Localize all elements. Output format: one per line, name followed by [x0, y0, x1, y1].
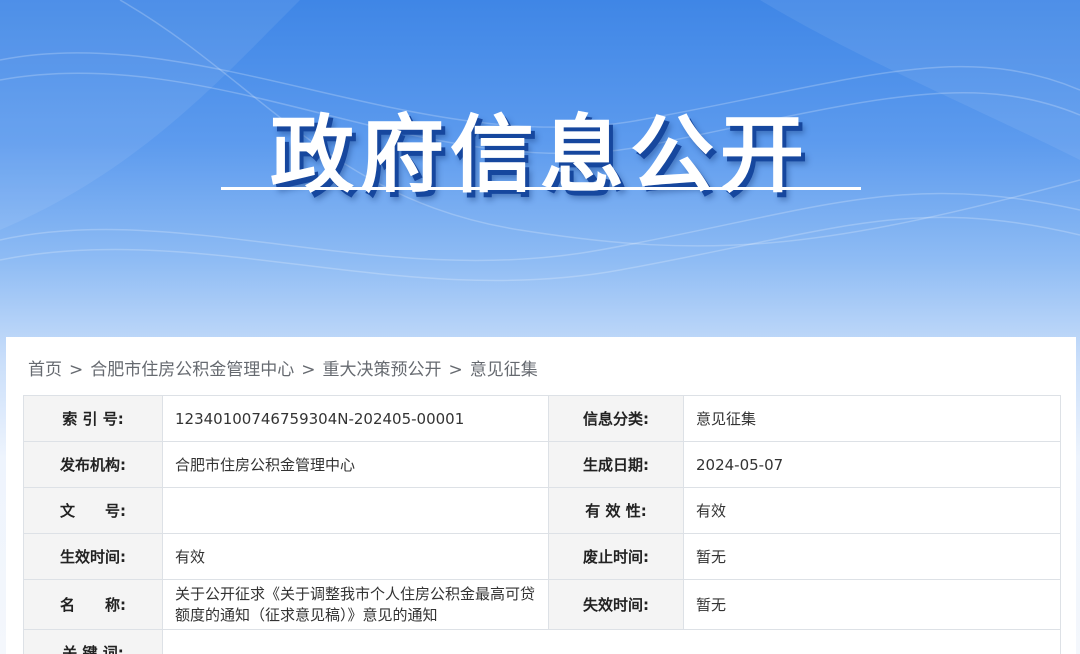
effective-time-label: 生效时间: — [23, 533, 163, 580]
repeal-time-label: 废止时间: — [548, 533, 684, 580]
banner-underline — [221, 187, 861, 190]
document-number-label: 文 号: — [23, 487, 163, 534]
table-row: 发布机构: 合肥市住房公积金管理中心 生成日期: 2024-05-07 — [23, 441, 1061, 488]
info-table: 索 引 号: 12340100746759304N-202405-00001 信… — [23, 395, 1061, 654]
breadcrumb-center-link[interactable]: 合肥市住房公积金管理中心 — [90, 360, 294, 380]
table-row: 索 引 号: 12340100746759304N-202405-00001 信… — [23, 395, 1061, 442]
breadcrumb-home-link[interactable]: 首页 — [28, 360, 62, 380]
document-number-value — [162, 487, 549, 534]
breadcrumb-current[interactable]: 意见征集 — [470, 360, 538, 380]
generated-date-label: 生成日期: — [548, 441, 684, 488]
repeal-time-value: 暂无 — [683, 533, 1061, 580]
generated-date-value: 2024-05-07 — [683, 441, 1061, 488]
table-row: 名 称: 关于公开征求《关于调整我市个人住房公积金最高可贷额度的通知（征求意见稿… — [23, 579, 1061, 630]
validity-value: 有效 — [683, 487, 1061, 534]
breadcrumb: 首页 > 合肥市住房公积金管理中心 > 重大决策预公开 > 意见征集 — [28, 355, 538, 380]
effective-time-value: 有效 — [162, 533, 549, 580]
table-row: 文 号: 有 效 性: 有效 — [23, 487, 1061, 534]
table-row: 生效时间: 有效 废止时间: 暂无 — [23, 533, 1061, 580]
info-category-label: 信息分类: — [548, 395, 684, 442]
publisher-label: 发布机构: — [23, 441, 163, 488]
expiry-time-value: 暂无 — [683, 579, 1061, 630]
keywords-value — [162, 629, 1061, 654]
title-value: 关于公开征求《关于调整我市个人住房公积金最高可贷额度的通知（征求意见稿）》意见的… — [162, 579, 549, 630]
info-category-value: 意见征集 — [683, 395, 1061, 442]
publisher-value: 合肥市住房公积金管理中心 — [162, 441, 549, 488]
breadcrumb-separator: > — [448, 360, 463, 380]
table-row: 关 键 词: — [23, 629, 1061, 654]
breadcrumb-separator: > — [301, 360, 316, 380]
content-card: 首页 > 合肥市住房公积金管理中心 > 重大决策预公开 > 意见征集 索 引 号: 1234… — [6, 337, 1076, 654]
validity-label: 有 效 性: — [548, 487, 684, 534]
index-number-value: 12340100746759304N-202405-00001 — [162, 395, 549, 442]
title-label: 名 称: — [23, 579, 163, 630]
breadcrumb-decision-link[interactable]: 重大决策预公开 — [323, 360, 442, 380]
expiry-time-label: 失效时间: — [548, 579, 684, 630]
keywords-label: 关 键 词: — [23, 629, 163, 654]
index-number-label: 索 引 号: — [23, 395, 163, 442]
banner-title: 政府信息公开 — [269, 106, 810, 204]
breadcrumb-separator: > — [69, 360, 84, 380]
